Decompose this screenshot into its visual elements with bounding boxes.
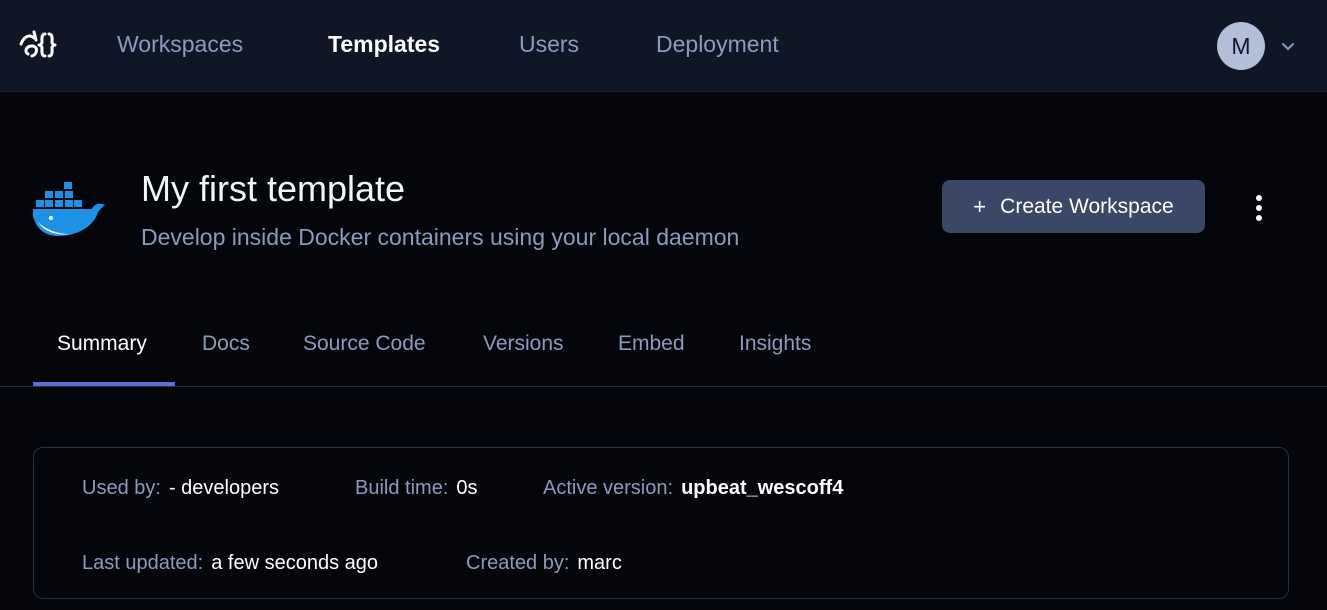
nav-deployment[interactable]: Deployment: [656, 31, 779, 58]
last-updated-label: Last updated:: [82, 552, 204, 574]
build-time-value: 0s: [456, 477, 478, 499]
create-workspace-label: Create Workspace: [1000, 194, 1174, 218]
more-options-icon[interactable]: [1246, 193, 1272, 223]
tab-embed[interactable]: Embed: [618, 332, 685, 356]
stat-created-by: Created by: marc: [466, 552, 622, 575]
template-title: My first template: [141, 168, 406, 209]
stat-build-time: Build time: 0s: [355, 477, 478, 500]
created-by-label: Created by:: [466, 552, 570, 574]
nav-users[interactable]: Users: [519, 31, 579, 58]
plus-icon: +: [973, 193, 987, 219]
active-tab-indicator: [33, 382, 175, 386]
build-time-label: Build time:: [355, 477, 449, 499]
active-version-link[interactable]: upbeat_wescoff4: [681, 477, 843, 499]
nav-templates[interactable]: Templates: [328, 31, 440, 58]
used-by-value: - developers: [168, 477, 279, 499]
nav-workspaces[interactable]: Workspaces: [117, 31, 243, 58]
docker-whale-icon: [33, 182, 105, 236]
stat-used-by: Used by: - developers: [82, 477, 279, 500]
user-avatar[interactable]: M: [1217, 22, 1265, 70]
template-tabs: Summary Docs Source Code Versions Embed …: [0, 330, 1327, 387]
last-updated-value: a few seconds ago: [211, 552, 378, 574]
tab-insights[interactable]: Insights: [739, 332, 811, 356]
tab-docs[interactable]: Docs: [202, 332, 250, 356]
top-navigation-bar: Workspaces Templates Users Deployment M: [0, 0, 1327, 92]
chevron-down-icon[interactable]: [1280, 38, 1296, 54]
coder-logo-icon[interactable]: [18, 28, 58, 62]
tab-summary[interactable]: Summary: [57, 332, 147, 356]
create-workspace-button[interactable]: + Create Workspace: [942, 180, 1205, 233]
used-by-label: Used by:: [82, 477, 161, 499]
created-by-value: marc: [577, 552, 622, 574]
stat-last-updated: Last updated: a few seconds ago: [82, 552, 378, 575]
stat-active-version: Active version: upbeat_wescoff4: [543, 477, 843, 500]
template-summary-card: Used by: - developers Build time: 0s Activ…: [33, 447, 1289, 599]
tab-source-code[interactable]: Source Code: [303, 332, 426, 356]
active-version-label: Active version:: [543, 477, 674, 499]
template-description: Develop inside Docker containers using y…: [141, 224, 740, 250]
tab-versions[interactable]: Versions: [483, 332, 564, 356]
